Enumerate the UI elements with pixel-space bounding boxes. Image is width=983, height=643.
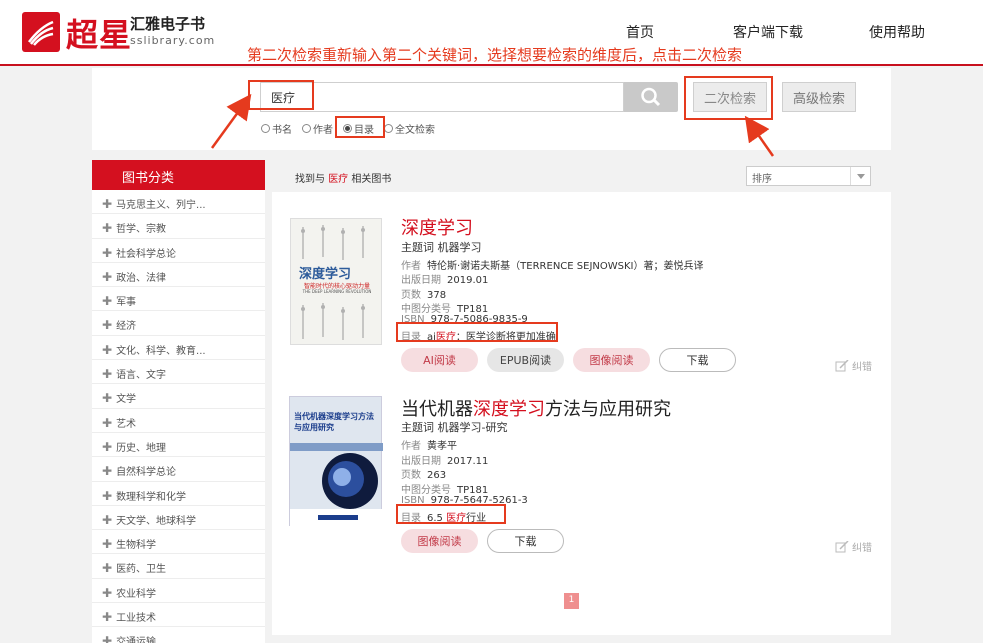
annotation-arrows xyxy=(210,93,775,157)
